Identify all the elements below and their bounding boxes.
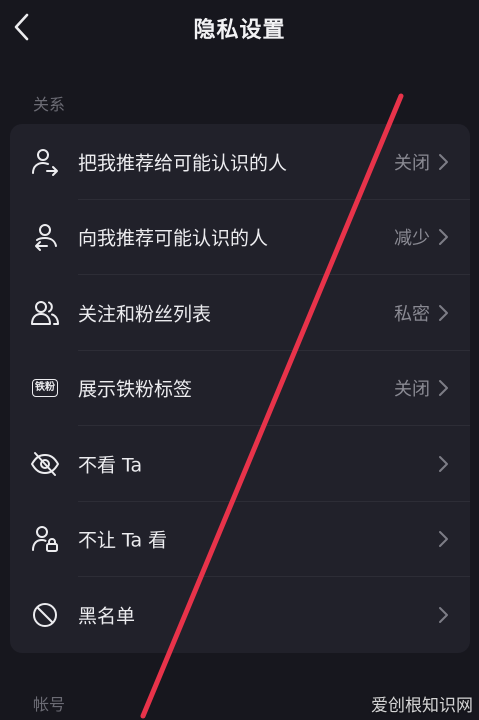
row-recommend-me-to-acquaintances[interactable]: 把我推荐给可能认识的人 关闭: [10, 124, 470, 200]
row-value: 关闭: [394, 152, 430, 174]
chevron-right-icon: [439, 606, 448, 623]
user-share-icon: [30, 147, 60, 177]
badge-text: 铁粉: [32, 379, 58, 398]
row-value: 减少: [394, 228, 430, 250]
iron-fan-badge-icon: 铁粉: [30, 373, 60, 403]
row-label: 向我推荐可能认识的人: [78, 227, 269, 250]
user-incoming-icon: [30, 222, 60, 252]
row-value: 关闭: [394, 379, 430, 401]
user-lock-icon: [30, 524, 60, 554]
chevron-right-icon: [439, 531, 448, 548]
chevron-right-icon: [439, 380, 448, 397]
section-label-account: 帐号: [33, 695, 66, 714]
row-show-iron-fan-badge[interactable]: 铁粉 展示铁粉标签 关闭: [10, 351, 470, 426]
row-following-and-fans-list[interactable]: 关注和粉丝列表 私密: [10, 275, 470, 351]
watermark: 爱创根知识网: [371, 696, 473, 716]
eye-off-icon: [30, 449, 60, 479]
row-dont-watch-them[interactable]: 不看 Ta: [10, 426, 470, 502]
row-value: 私密: [394, 303, 430, 325]
section-label-relations: 关系: [33, 95, 66, 114]
chevron-right-icon: [439, 304, 448, 321]
row-label: 把我推荐给可能认识的人: [78, 152, 288, 175]
chevron-right-icon: [439, 455, 448, 472]
chevron-right-icon: [439, 153, 448, 170]
row-dont-let-them-watch[interactable]: 不让 Ta 看: [10, 502, 470, 577]
row-blacklist[interactable]: 黑名单: [10, 577, 470, 653]
block-icon: [30, 600, 60, 630]
row-label: 不让 Ta 看: [78, 529, 168, 552]
page-title: 隐私设置: [193, 18, 286, 43]
header: 隐私设置: [0, 0, 479, 56]
row-label: 不看 Ta: [78, 454, 143, 477]
chevron-right-icon: [439, 229, 448, 246]
settings-card: 把我推荐给可能认识的人 关闭 向我推荐可能认识的人 减少 关注和粉丝列表 私密 …: [10, 124, 470, 653]
row-recommend-acquaintances-to-me[interactable]: 向我推荐可能认识的人 减少: [10, 200, 470, 275]
row-label: 黑名单: [78, 605, 136, 628]
users-icon: [30, 298, 60, 328]
row-label: 展示铁粉标签: [78, 378, 193, 401]
row-label: 关注和粉丝列表: [78, 303, 212, 326]
